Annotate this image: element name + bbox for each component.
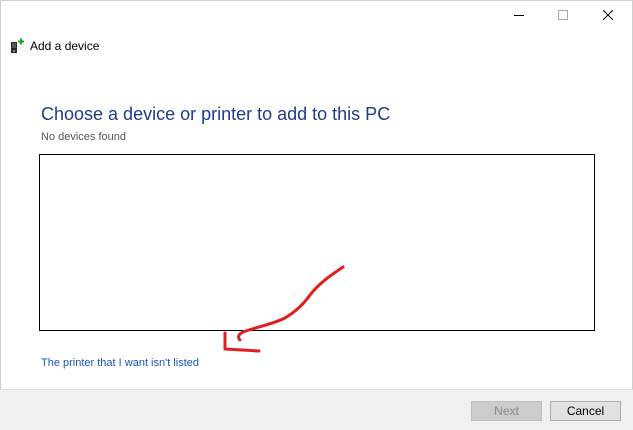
status-text: No devices found bbox=[41, 131, 126, 143]
dialog-header: Add a device bbox=[10, 37, 99, 55]
next-button[interactable]: Next bbox=[471, 401, 542, 421]
dialog-title: Add a device bbox=[30, 39, 100, 53]
page-title: Choose a device or printer to add to thi… bbox=[41, 104, 391, 124]
add-device-icon bbox=[11, 38, 24, 53]
minimize-button[interactable] bbox=[496, 0, 542, 30]
title-bar bbox=[0, 0, 633, 30]
close-icon bbox=[603, 10, 613, 20]
printer-not-listed-link[interactable]: The printer that I want isn't listed bbox=[41, 357, 199, 369]
maximize-icon bbox=[558, 10, 568, 20]
button-bar: Next Cancel bbox=[0, 389, 633, 430]
device-list[interactable] bbox=[39, 154, 595, 331]
cancel-button[interactable]: Cancel bbox=[550, 401, 621, 421]
minimize-icon bbox=[514, 15, 524, 16]
maximize-button[interactable] bbox=[540, 0, 586, 30]
close-button[interactable] bbox=[585, 0, 631, 30]
